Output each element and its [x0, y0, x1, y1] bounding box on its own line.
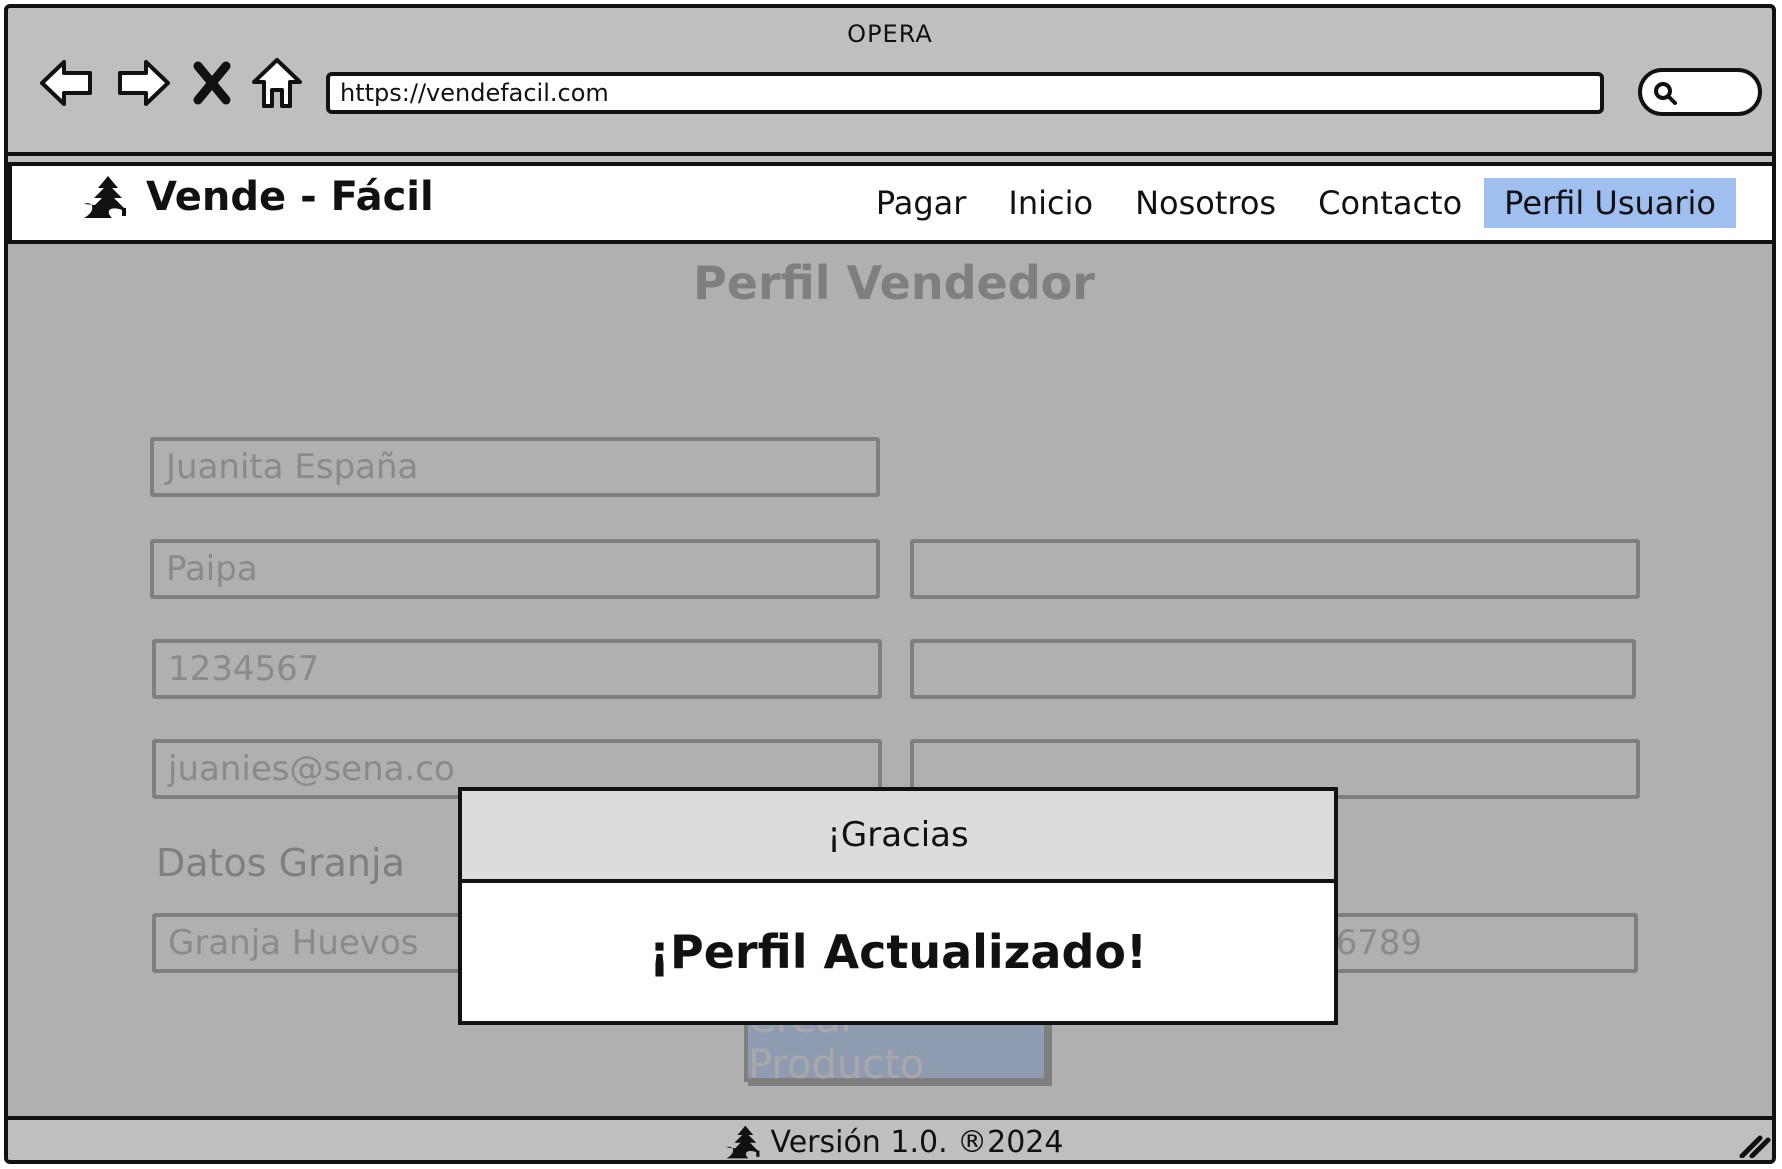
nav-item-pagar[interactable]: Pagar	[856, 178, 987, 228]
main-nav: Pagar Inicio Nosotros Contacto Perfil Us…	[854, 178, 1736, 228]
nav-item-nosotros[interactable]: Nosotros	[1115, 178, 1296, 228]
browser-title: OPERA	[847, 20, 933, 48]
field-row2-right[interactable]	[910, 539, 1640, 599]
chrome-divider	[8, 152, 1772, 156]
nav-item-inicio[interactable]: Inicio	[988, 178, 1113, 228]
page-content: Perfil Vendedor Juanita España Paipa 123…	[8, 244, 1772, 1116]
nav-item-contacto[interactable]: Contacto	[1298, 178, 1482, 228]
confirmation-modal: ¡Gracias ¡Perfil Actualizado!	[458, 787, 1338, 1025]
forward-arrow-icon[interactable]	[112, 52, 174, 114]
city-field[interactable]: Paipa	[150, 539, 880, 599]
footer: Versión 1.0. ®2024	[8, 1116, 1772, 1160]
farm-field-3[interactable]: 56789	[1298, 913, 1638, 973]
footer-version: Versión 1.0. ®2024	[770, 1124, 1064, 1160]
back-arrow-icon[interactable]	[36, 52, 98, 114]
page-title: Perfil Vendedor	[693, 256, 1095, 310]
farm-section-label: Datos Granja	[156, 841, 405, 885]
app-header: Vende - Fácil Pagar Inicio Nosotros Cont…	[8, 162, 1772, 244]
close-icon[interactable]	[188, 52, 236, 114]
url-text: https://vendefacil.com	[340, 79, 609, 107]
brand[interactable]: Vende - Fácil	[82, 174, 434, 220]
name-field[interactable]: Juanita España	[150, 437, 880, 497]
browser-window: OPERA https://vendefacil.com Vende - Fác…	[4, 4, 1776, 1164]
modal-message: ¡Perfil Actualizado!	[649, 925, 1147, 979]
nav-item-perfil-usuario[interactable]: Perfil Usuario	[1484, 178, 1736, 228]
browser-search-field[interactable]	[1638, 68, 1762, 116]
footer-logo-icon	[726, 1125, 759, 1159]
phone-field[interactable]: 1234567	[152, 639, 882, 699]
logo-icon	[84, 176, 126, 218]
field-row3-right[interactable]	[910, 639, 1636, 699]
search-icon	[1654, 82, 1677, 105]
modal-title: ¡Gracias	[462, 791, 1334, 883]
resize-grip-icon[interactable]	[1738, 1132, 1772, 1158]
url-bar[interactable]: https://vendefacil.com	[326, 72, 1604, 114]
brand-name: Vende - Fácil	[146, 174, 434, 220]
home-icon[interactable]	[246, 52, 308, 114]
